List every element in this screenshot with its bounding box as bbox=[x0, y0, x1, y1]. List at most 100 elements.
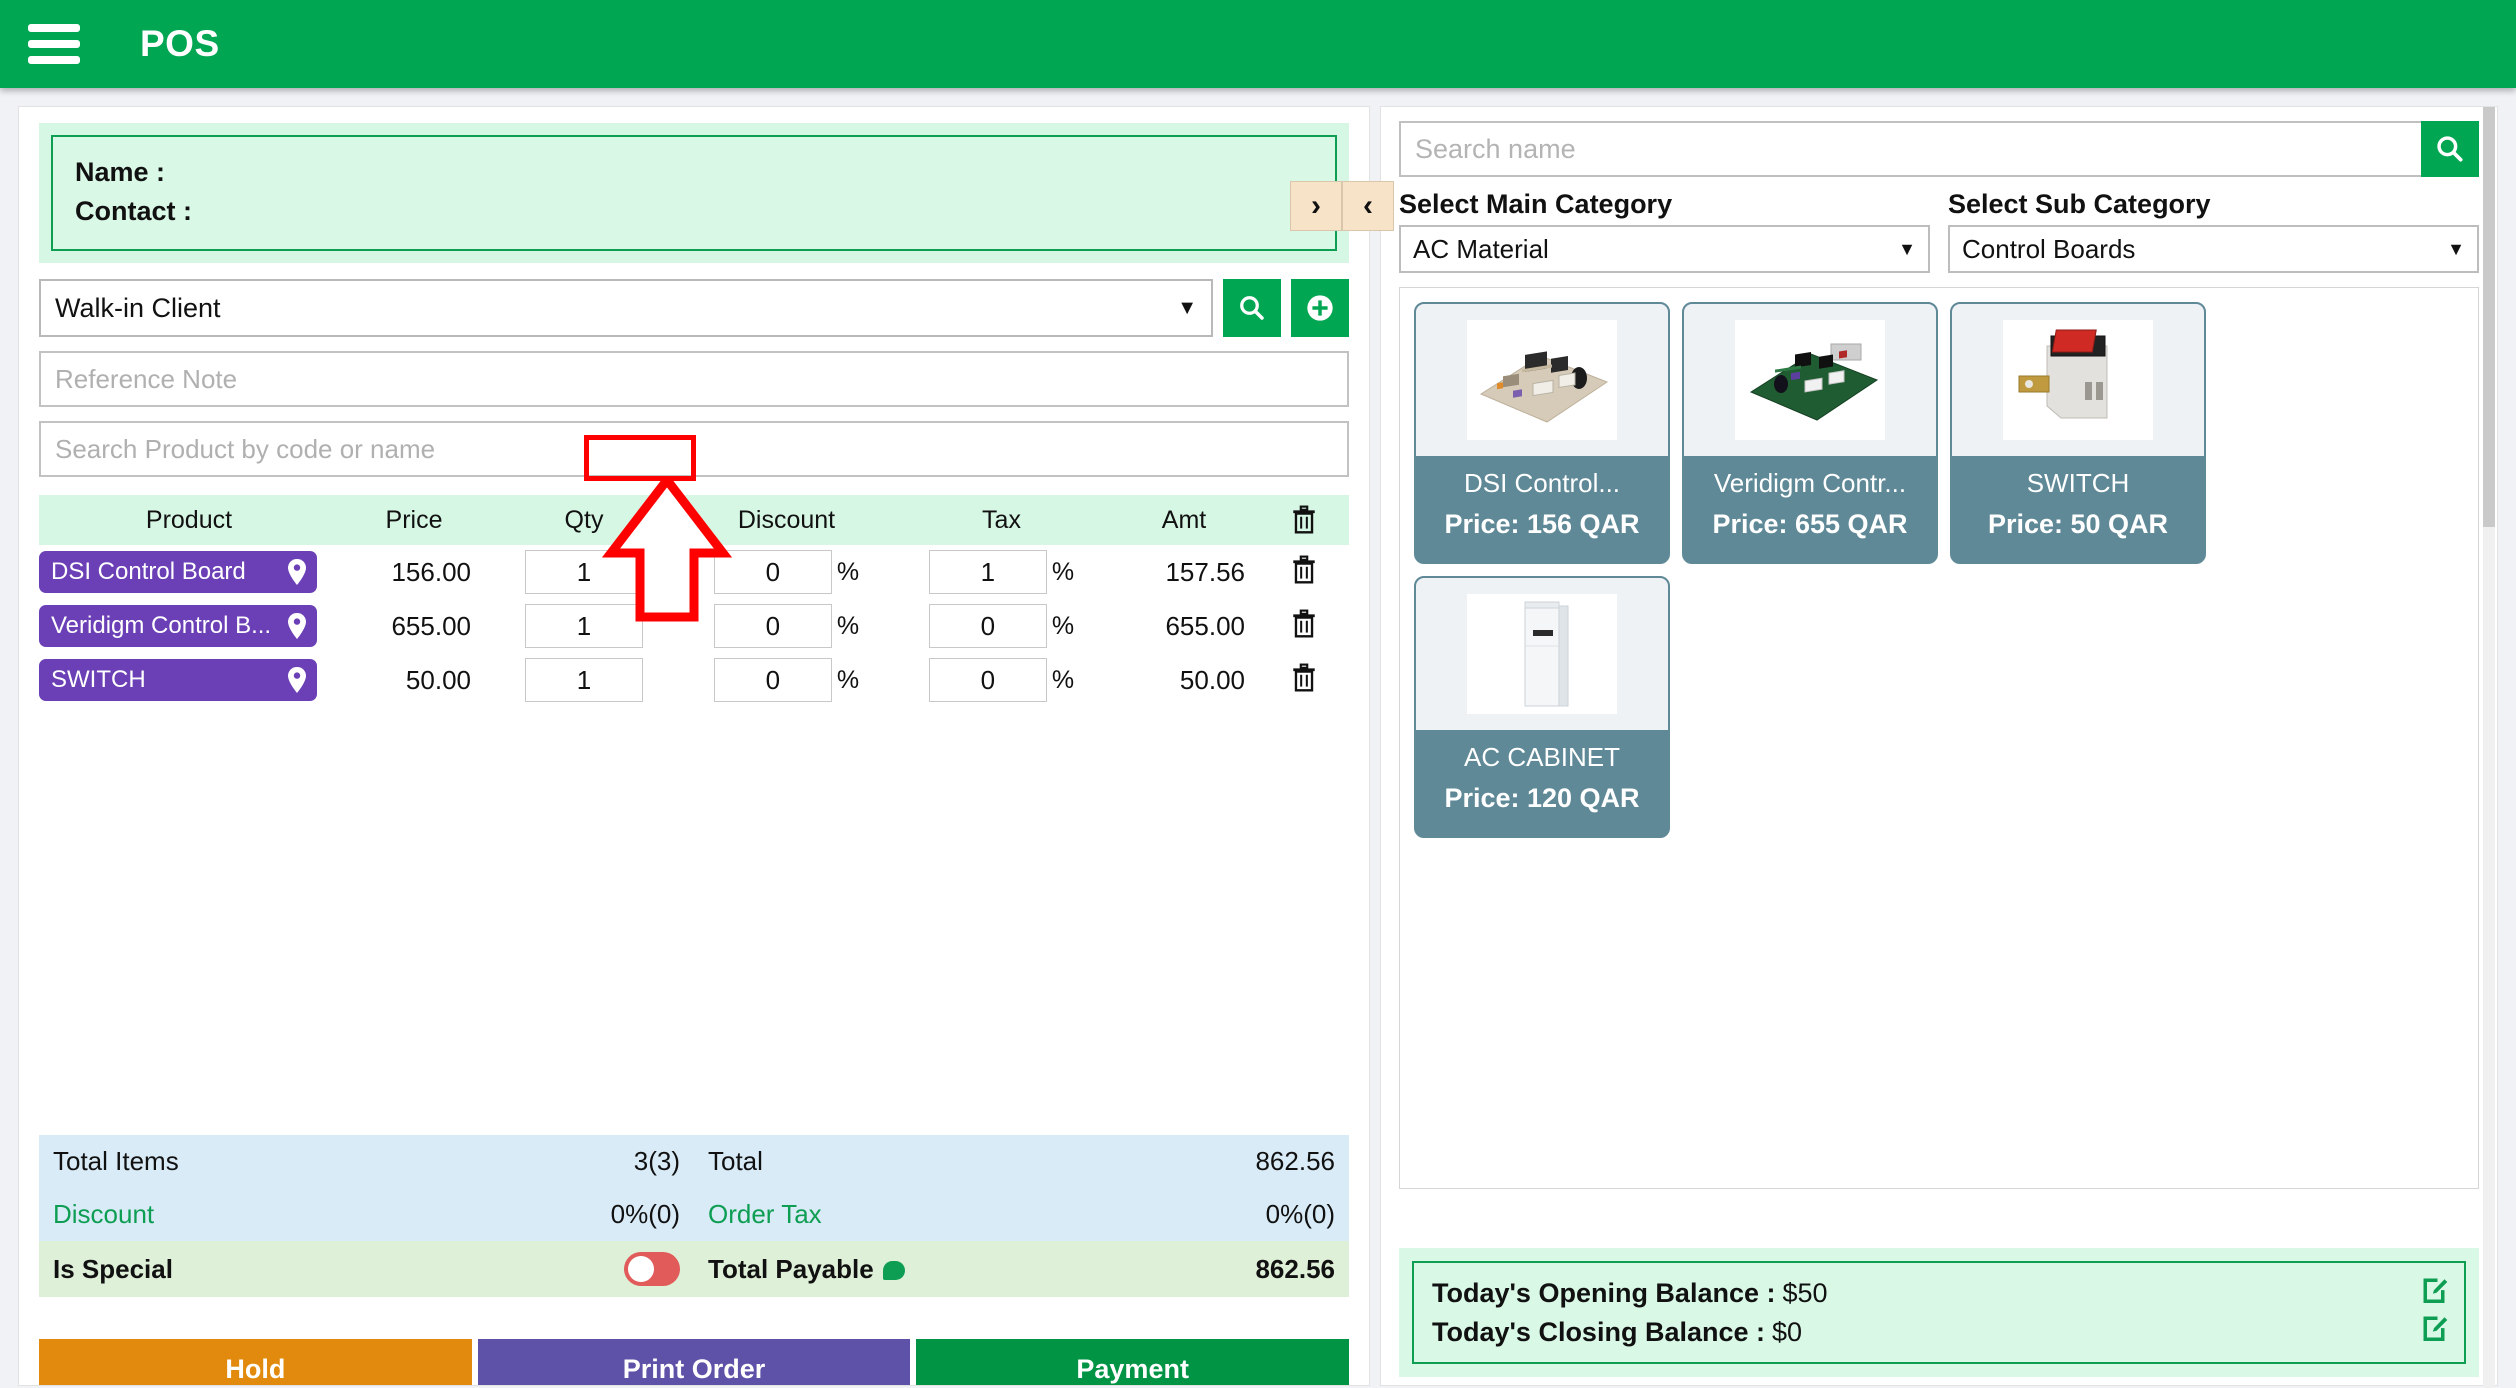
customer-name-label: Name : bbox=[75, 157, 166, 187]
total-items-cell: Total Items 3(3) bbox=[39, 1135, 694, 1188]
total-payable-label: Total Payable bbox=[708, 1254, 905, 1285]
client-row: Walk-in Client ▼ bbox=[39, 279, 1349, 338]
delete-row-icon[interactable] bbox=[1291, 609, 1317, 639]
customer-contact-label: Contact : bbox=[75, 196, 192, 227]
product-card[interactable]: DSI Control... Price: 156 QAR bbox=[1414, 302, 1670, 564]
panel-collapse-button[interactable]: ‹ bbox=[1342, 181, 1394, 231]
tax-input[interactable] bbox=[928, 604, 1047, 649]
totals-row-2: Discount 0%(0) Order Tax 0%(0) bbox=[39, 1188, 1349, 1241]
balance-box: Today's Opening Balance : $50 Today's Cl… bbox=[1399, 1248, 2479, 1377]
product-card[interactable]: SWITCH Price: 50 QAR bbox=[1950, 302, 2206, 564]
is-special-label: Is Special bbox=[53, 1253, 173, 1284]
app-header: POS bbox=[0, 0, 2516, 88]
discount-input[interactable] bbox=[713, 550, 832, 595]
product-card[interactable]: AC CABINET Price: 120 QAR bbox=[1414, 576, 1670, 838]
opening-balance-label: Today's Opening Balance : bbox=[1432, 1278, 1776, 1309]
closing-balance-line: Today's Closing Balance : $0 bbox=[1432, 1313, 2446, 1351]
tax-input[interactable] bbox=[928, 550, 1047, 595]
delete-row-icon[interactable] bbox=[1291, 555, 1317, 585]
col-qty: Qty bbox=[489, 495, 679, 546]
qty-input[interactable] bbox=[525, 604, 643, 649]
edit-opening-balance-icon[interactable] bbox=[2420, 1275, 2448, 1304]
add-circle-icon bbox=[1307, 295, 1333, 321]
cart-amount: 655.00 bbox=[1165, 610, 1245, 641]
delete-row-icon[interactable] bbox=[1291, 663, 1317, 693]
sub-category-label: Select Sub Category bbox=[1948, 189, 2211, 219]
catalog-search-input[interactable] bbox=[1399, 121, 2421, 177]
cart-amount: 157.56 bbox=[1165, 556, 1245, 587]
location-pin-icon bbox=[288, 613, 306, 640]
total-items-value: 3(3) bbox=[633, 1146, 680, 1176]
cart-product-badge[interactable]: SWITCH bbox=[39, 659, 317, 702]
main-category-select[interactable]: AC Material ▼ bbox=[1399, 225, 1930, 273]
catalog-search-button[interactable] bbox=[2421, 121, 2479, 177]
qty-input[interactable] bbox=[525, 550, 643, 595]
order-panel-inner: Name : Contact : Walk-in Client ▼ Refere… bbox=[19, 107, 1369, 707]
cart-product-badge[interactable]: DSI Control Board bbox=[39, 551, 317, 594]
search-icon bbox=[1240, 296, 1264, 321]
table-row: SWITCH 50.00 % % bbox=[39, 653, 1349, 707]
product-search-input[interactable] bbox=[39, 421, 1349, 478]
sub-category-select[interactable]: Control Boards ▼ bbox=[1948, 225, 2479, 273]
balance-inner: Today's Opening Balance : $50 Today's Cl… bbox=[1412, 1261, 2466, 1364]
product-name: AC CABINET bbox=[1463, 742, 1621, 772]
col-price: Price bbox=[339, 495, 489, 546]
product-price: Price: 156 QAR bbox=[1444, 509, 1640, 539]
cart-table-wrap: Product Price Qty Discount Tax Amt DSI C… bbox=[39, 495, 1349, 707]
cart-product-name: Veridigm Control B... bbox=[51, 612, 272, 640]
is-special-toggle[interactable] bbox=[624, 1252, 680, 1286]
total-items-label: Total Items bbox=[53, 1146, 179, 1176]
tax-unit: % bbox=[1051, 557, 1075, 586]
main-category-label: Select Main Category bbox=[1399, 189, 1673, 219]
is-special-cell: Is Special bbox=[39, 1241, 694, 1297]
action-buttons: Hold Print Order Payment bbox=[39, 1339, 1350, 1385]
client-select-value: Walk-in Client bbox=[55, 292, 221, 323]
discount-unit: % bbox=[836, 557, 860, 586]
product-card[interactable]: Veridigm Contr... Price: 655 QAR bbox=[1682, 302, 1938, 564]
chat-bubble-icon[interactable] bbox=[882, 1260, 905, 1280]
delete-all-icon[interactable] bbox=[1291, 505, 1317, 535]
hamburger-icon[interactable] bbox=[28, 24, 80, 64]
totals-section: Total Items 3(3) Total 862.56 Discount 0… bbox=[39, 1135, 1349, 1297]
totals-row-3: Is Special Total Payable 862.56 bbox=[39, 1241, 1349, 1297]
discount-input[interactable] bbox=[713, 658, 832, 703]
payment-button[interactable]: Payment bbox=[916, 1339, 1350, 1385]
discount-value: 0%(0) bbox=[610, 1199, 680, 1229]
discount-cell: Discount 0%(0) bbox=[39, 1188, 694, 1241]
search-icon bbox=[2437, 136, 2463, 162]
tax-unit: % bbox=[1051, 611, 1075, 640]
customer-info-box: Name : Contact : bbox=[39, 123, 1349, 264]
order-tax-label[interactable]: Order Tax bbox=[708, 1199, 822, 1230]
ac-cabinet-image bbox=[1467, 594, 1617, 714]
cart-product-name: DSI Control Board bbox=[51, 558, 246, 586]
qty-input[interactable] bbox=[525, 658, 643, 703]
print-order-button[interactable]: Print Order bbox=[477, 1339, 911, 1385]
product-thumbnail bbox=[1684, 304, 1936, 456]
sub-category-value: Control Boards bbox=[1962, 233, 2136, 264]
tax-input[interactable] bbox=[928, 658, 1047, 703]
total-payable-text: Total Payable bbox=[708, 1253, 874, 1284]
client-select[interactable]: Walk-in Client ▼ bbox=[39, 279, 1213, 338]
col-tax: Tax bbox=[894, 495, 1109, 546]
add-client-button[interactable] bbox=[1291, 279, 1349, 338]
opening-balance-line: Today's Opening Balance : $50 bbox=[1432, 1274, 2446, 1312]
product-name: SWITCH bbox=[2026, 468, 2130, 498]
page-scrollbar[interactable] bbox=[2483, 107, 2495, 1388]
tax-unit: % bbox=[1051, 665, 1075, 694]
page-body: › ‹ Name : Contact : Walk-in Client ▼ Re… bbox=[0, 88, 2516, 1388]
discount-label[interactable]: Discount bbox=[53, 1199, 154, 1230]
switch-plug-image bbox=[2003, 320, 2153, 440]
closing-balance-label: Today's Closing Balance : bbox=[1432, 1316, 1765, 1347]
discount-unit: % bbox=[836, 665, 860, 694]
discount-input[interactable] bbox=[713, 604, 832, 649]
table-row: Veridigm Control B... 655.00 % bbox=[39, 599, 1349, 653]
client-search-button[interactable] bbox=[1223, 279, 1281, 338]
reference-note-input[interactable] bbox=[39, 351, 1349, 408]
catalog-search-row bbox=[1399, 121, 2479, 177]
edit-closing-balance-icon[interactable] bbox=[2420, 1313, 2448, 1342]
cart-product-badge[interactable]: Veridigm Control B... bbox=[39, 605, 317, 648]
panel-expand-button[interactable]: › bbox=[1290, 181, 1342, 231]
cart-product-name: SWITCH bbox=[51, 666, 146, 694]
hold-button[interactable]: Hold bbox=[39, 1339, 472, 1385]
cart-body: DSI Control Board 156.00 % % bbox=[39, 545, 1349, 707]
